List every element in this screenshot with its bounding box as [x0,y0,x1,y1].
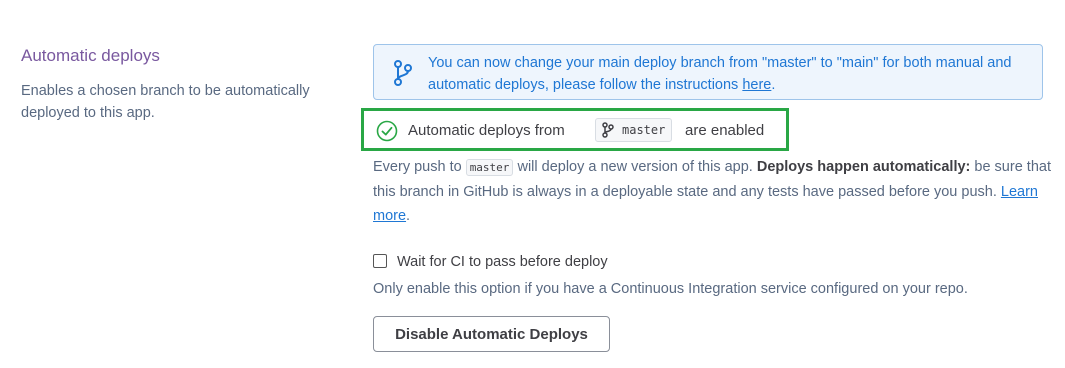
push-bold-text: Deploys happen automatically: [756,159,971,175]
instructions-link[interactable]: here [742,77,771,93]
push-text-2: will deploy a new version of this app. [513,159,757,175]
auto-deploy-status: Automatic deploys from master are enable… [361,108,789,151]
status-prefix: Automatic deploys from [408,122,565,139]
disable-automatic-deploys-button[interactable]: Disable Automatic Deploys [373,316,610,352]
wait-for-ci-label[interactable]: Wait for CI to pass before deploy [397,254,608,270]
banner-message: You can now change your main deploy bran… [428,52,1033,96]
branch-chip: master [595,118,673,142]
check-circle-icon [376,120,398,142]
banner-text: You can now change your main deploy bran… [428,55,1012,93]
push-text-1: Every push to [373,159,466,175]
git-branch-icon [394,60,412,86]
branch-name: master [622,123,666,137]
wait-for-ci-checkbox[interactable] [373,254,387,268]
ci-help-text: Only enable this option if you have a Co… [373,281,968,297]
branch-code: master [465,159,514,176]
banner-text-end: . [771,77,776,93]
git-branch-icon [602,122,614,138]
push-text-4: . [406,208,411,224]
section-title: Automatic deploys [21,46,160,65]
push-description: Every push to master will deploy a new v… [373,155,1053,228]
info-banner: You can now change your main deploy bran… [373,44,1043,100]
status-suffix: are enabled [685,122,765,139]
automatic-deploys-section: Automatic deploys Enables a chosen branc… [0,0,1065,368]
section-description: Enables a chosen branch to be automatica… [21,83,310,121]
